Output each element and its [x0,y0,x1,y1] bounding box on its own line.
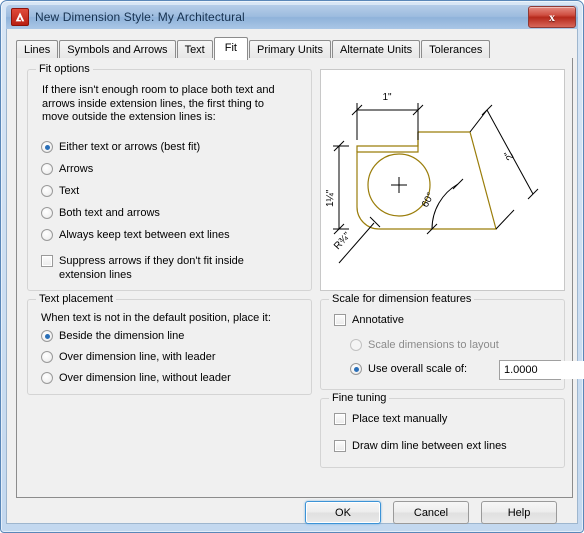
tab-strip: Lines Symbols and Arrows Text Fit Primar… [16,37,573,60]
tab-symbols-and-arrows[interactable]: Symbols and Arrows [59,40,176,59]
checkbox-label: Suppress arrows if they don't fit inside… [59,255,244,281]
checkbox-annotative[interactable]: Annotative [334,314,404,328]
window-title: New Dimension Style: My Architectural [35,10,245,24]
radio-label: Arrows [59,163,94,175]
tab-label: Lines [24,44,51,56]
fit-options-group-title: Fit options [36,63,93,75]
tab-label: Alternate Units [340,44,413,56]
radio-always-keep-text-between-ext-lines[interactable]: Always keep text between ext lines [41,229,230,241]
dimension-aligned-right [469,104,539,230]
overall-scale-input[interactable] [500,361,584,379]
radio-arrows[interactable]: Arrows [41,163,93,175]
radio-indicator-icon [350,339,362,351]
radio-indicator-icon [41,372,53,384]
tab-lines[interactable]: Lines [16,40,59,59]
checkbox-indicator-icon [334,440,346,452]
radio-label: Use overall scale of: [368,363,468,375]
radio-indicator-icon [41,185,53,197]
radio-indicator-icon [41,163,53,175]
radio-label: Either text or arrows (best fit) [59,141,201,153]
tab-text[interactable]: Text [176,40,213,59]
checkbox-label: Annotative [352,314,404,326]
autocad-logo-icon [11,8,29,26]
text-placement-group-title: Text placement [36,293,116,305]
dimension-linear-left [333,140,349,235]
checkbox-indicator-icon [334,413,346,425]
radio-label: Both text and arrows [59,207,160,219]
radio-text[interactable]: Text [41,185,79,197]
radio-indicator-icon [41,351,53,363]
dialog-button-bar: OK Cancel Help [7,501,577,524]
radio-over-dimension-line-with-leader[interactable]: Over dimension line, with leader [41,351,216,363]
dimension-text-angular: 60° [420,191,437,210]
fit-options-group: Fit options If there isn't enough room t… [27,63,312,291]
ok-button-label: OK [335,506,351,519]
overall-scale-spinner[interactable] [499,360,584,380]
fine-tuning-group: Fine tuning Place text manually Draw dim… [320,392,565,468]
radio-label: Scale dimensions to layout [368,339,499,351]
text-placement-group: Text placement When text is not in the d… [27,293,312,395]
tab-label: Fit [224,42,237,54]
tab-alternate-units[interactable]: Alternate Units [332,40,421,59]
dimension-text-top: 1" [382,92,392,103]
checkbox-suppress-arrows[interactable]: Suppress arrows if they don't fit inside… [41,255,291,282]
radio-label: Beside the dimension line [59,330,185,342]
tab-tolerances[interactable]: Tolerances [421,40,491,59]
tab-label: Tolerances [429,44,483,56]
tab-primary-units[interactable]: Primary Units [248,40,331,59]
center-mark [391,177,407,193]
cancel-button[interactable]: Cancel [393,501,469,524]
tab-label: Symbols and Arrows [67,44,168,56]
checkbox-draw-dim-line-between-ext-lines[interactable]: Draw dim line between ext lines [334,440,507,454]
fit-options-description: If there isn't enough room to place both… [42,84,275,123]
cancel-button-label: Cancel [413,506,449,519]
fit-tab-page: Fit options If there isn't enough room t… [16,58,584,498]
checkbox-label: Place text manually [352,413,448,425]
radio-indicator-icon [350,363,362,375]
ok-button[interactable]: OK [305,501,381,524]
radio-label: Text [59,185,80,197]
help-button-label: Help [507,506,531,519]
tab-label: Primary Units [256,44,323,56]
dialog-client-area: Lines Symbols and Arrows Text Fit Primar… [6,29,584,524]
radio-over-dimension-line-without-leader[interactable]: Over dimension line, without leader [41,372,231,384]
tab-label: Text [184,44,205,56]
radio-indicator-icon [41,330,53,342]
part-outline [356,131,497,230]
radio-use-overall-scale-of[interactable]: Use overall scale of: [350,363,467,375]
radio-label: Over dimension line, with leader [59,351,216,363]
scale-group-title: Scale for dimension features [329,293,475,305]
radio-indicator-icon [41,229,53,241]
new-dimension-style-dialog: New Dimension Style: My Architectural x … [0,0,584,533]
radio-scale-dimensions-to-layout[interactable]: Scale dimensions to layout [350,339,499,351]
text-placement-description: When text is not in the default position… [41,312,271,324]
radio-both-text-and-arrows[interactable]: Both text and arrows [41,207,160,219]
close-icon: x [549,9,555,24]
radio-indicator-icon [41,141,53,153]
fine-tuning-group-title: Fine tuning [329,392,390,404]
checkbox-label: Draw dim line between ext lines [352,440,507,452]
radio-label: Over dimension line, without leader [59,372,231,384]
radio-indicator-icon [41,207,53,219]
dimension-angular [426,178,464,235]
radio-beside-the-dimension-line[interactable]: Beside the dimension line [41,330,184,342]
title-bar[interactable]: New Dimension Style: My Architectural x [6,5,578,29]
dimension-text-left: 1¼" [324,189,336,207]
checkbox-place-text-manually[interactable]: Place text manually [334,413,447,427]
checkbox-indicator-icon [334,314,346,326]
help-button[interactable]: Help [481,501,557,524]
dimension-style-preview: 1" 1¼" R¾" 60° 2" [320,69,565,291]
scale-for-dimension-features-group: Scale for dimension features Annotative … [320,293,584,390]
radio-label: Always keep text between ext lines [59,229,230,241]
close-button[interactable]: x [528,6,576,28]
radio-either-text-or-arrows[interactable]: Either text or arrows (best fit) [41,141,200,153]
tab-fit[interactable]: Fit [213,37,248,60]
checkbox-indicator-icon [41,255,53,267]
dimension-linear-top [351,103,424,140]
preview-drawing: 1" 1¼" R¾" 60° 2" [324,92,539,264]
